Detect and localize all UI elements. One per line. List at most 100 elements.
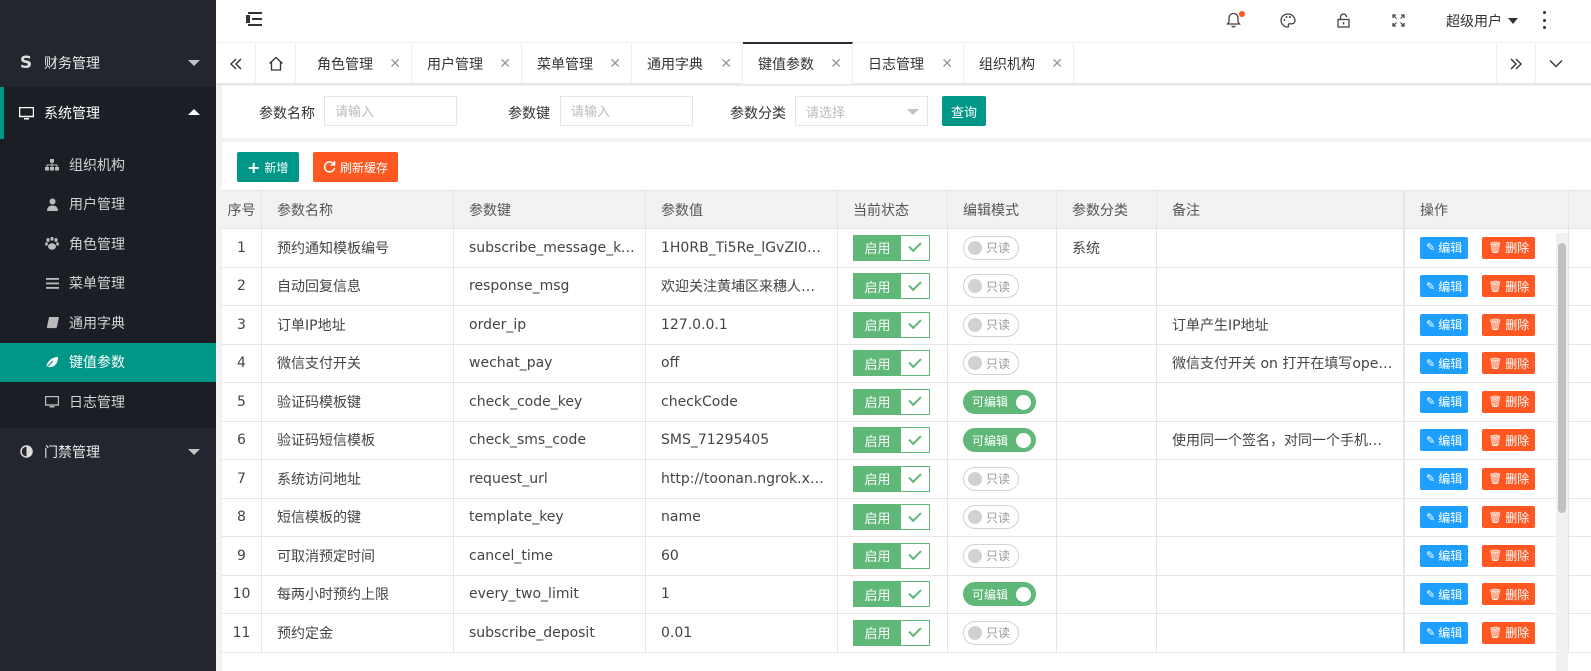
home-icon[interactable] [256, 43, 296, 84]
status-checkbox[interactable]: 启用 [853, 619, 930, 646]
status-checkbox[interactable]: 启用 [853, 427, 930, 454]
param-key-input[interactable] [560, 96, 693, 126]
tab-kv-params[interactable]: 键值参数 ✕ [743, 42, 853, 84]
sidebar-item-kv-params[interactable]: 键值参数 [0, 342, 216, 382]
fullscreen-icon[interactable] [1388, 10, 1408, 30]
delete-button[interactable]: 🗑 删除 [1482, 506, 1536, 529]
sidebar-item-menus[interactable]: 菜单管理 [0, 264, 216, 304]
theme-palette-icon[interactable] [1278, 10, 1298, 30]
tab-logs[interactable]: 日志管理 ✕ [853, 43, 964, 84]
edit-mode-toggle[interactable]: 只读 [963, 620, 1019, 645]
collapse-sidebar-icon[interactable] [246, 12, 262, 26]
sidebar-item-dict[interactable]: 通用字典 [0, 303, 216, 343]
pencil-icon: ✎ [1426, 433, 1436, 447]
delete-button[interactable]: 🗑 删除 [1482, 544, 1536, 567]
edit-button[interactable]: ✎ 编辑 [1420, 621, 1469, 644]
status-checkbox[interactable]: 启用 [853, 234, 930, 261]
scrollbar-thumb[interactable] [1558, 243, 1566, 513]
edit-mode-toggle[interactable]: 只读 [963, 466, 1019, 491]
cell-text: 欢迎关注黄埔区来穗人员服务 [661, 279, 837, 296]
close-icon[interactable]: ✕ [609, 56, 621, 72]
sidebar-item-roles[interactable]: 角色管理 [0, 224, 216, 264]
status-checkbox[interactable]: 启用 [853, 388, 930, 415]
status-checkbox[interactable]: 启用 [853, 465, 930, 492]
status-checkbox[interactable]: 启用 [853, 273, 930, 300]
edit-mode-toggle[interactable]: 可编辑 [963, 389, 1036, 414]
edit-mode-toggle[interactable]: 只读 [963, 235, 1019, 260]
sidebar-group-finance[interactable]: S 财务管理 [0, 39, 216, 87]
vertical-scrollbar[interactable] [1556, 233, 1568, 671]
caret-up-icon [188, 109, 200, 115]
delete-button[interactable]: 🗑 删除 [1482, 352, 1536, 375]
param-name-cell: 预约定金 [262, 614, 454, 652]
delete-button[interactable]: 🗑 删除 [1482, 313, 1536, 336]
edit-button[interactable]: ✎ 编辑 [1420, 275, 1469, 298]
edit-mode-toggle[interactable]: 只读 [963, 351, 1019, 376]
close-icon[interactable]: ✕ [830, 56, 842, 72]
tab-org[interactable]: 组织机构 ✕ [964, 43, 1074, 84]
user-menu[interactable]: 超级用户 [1446, 11, 1518, 31]
cell-text: 使用同一个签名，对同一个手机号码 [1172, 433, 1396, 450]
edit-mode-toggle[interactable]: 只读 [963, 543, 1019, 568]
status-checkbox[interactable]: 启用 [853, 581, 930, 608]
tab-users[interactable]: 用户管理 ✕ [412, 43, 522, 84]
edit-button[interactable]: ✎ 编辑 [1420, 313, 1469, 336]
lock-icon[interactable] [1333, 10, 1353, 30]
status-checkbox[interactable]: 启用 [853, 542, 930, 569]
edit-button[interactable]: ✎ 编辑 [1420, 429, 1469, 452]
edit-mode-toggle[interactable]: 只读 [963, 312, 1019, 337]
status-checkbox[interactable]: 启用 [853, 350, 930, 377]
edit-button[interactable]: ✎ 编辑 [1420, 506, 1469, 529]
toggle-label: 只读 [986, 549, 1011, 564]
close-icon[interactable]: ✕ [389, 56, 401, 72]
param-name-cell: 微信支付开关 [262, 344, 454, 382]
delete-button[interactable]: 🗑 删除 [1482, 236, 1536, 259]
query-button[interactable]: 查询 [942, 96, 986, 126]
tab-bar: 角色管理 ✕ 用户管理 ✕ 菜单管理 ✕ 通用字典 ✕ 键值参数 ✕ 日志管理 ✕ 组织机构… [216, 42, 1591, 84]
sidebar-group-access[interactable]: 门禁管理 [0, 428, 216, 476]
param-name-cell: 系统访问地址 [262, 460, 454, 498]
tabs-scroll-right-icon[interactable] [1496, 43, 1536, 84]
sidebar-item-label: 组织机构 [69, 157, 125, 174]
delete-button[interactable]: 🗑 删除 [1482, 275, 1536, 298]
param-category-select[interactable]: 请选择 [795, 96, 928, 126]
sidebar-item-logs[interactable]: 日志管理 [0, 382, 216, 422]
status-checkbox[interactable]: 启用 [853, 504, 930, 531]
tab-menus[interactable]: 菜单管理 ✕ [522, 43, 632, 84]
more-vertical-icon[interactable] [1541, 11, 1547, 29]
toggle-label: 只读 [986, 626, 1011, 641]
edit-button[interactable]: ✎ 编辑 [1420, 544, 1469, 567]
edit-button[interactable]: ✎ 编辑 [1420, 467, 1469, 490]
edit-mode-toggle[interactable]: 可编辑 [963, 428, 1036, 453]
tab-dict[interactable]: 通用字典 ✕ [632, 43, 743, 84]
edit-mode-toggle[interactable]: 可编辑 [963, 582, 1036, 607]
bell-icon[interactable] [1223, 10, 1245, 30]
edit-button[interactable]: ✎ 编辑 [1420, 236, 1469, 259]
close-icon[interactable]: ✕ [1051, 56, 1063, 72]
delete-button[interactable]: 🗑 删除 [1482, 621, 1536, 644]
tabs-dropdown-icon[interactable] [1536, 43, 1576, 84]
close-icon[interactable]: ✕ [499, 56, 511, 72]
caret-down-icon [188, 448, 200, 455]
add-button[interactable]: + 新增 [237, 152, 299, 182]
edit-mode-toggle[interactable]: 只读 [963, 505, 1019, 530]
delete-button[interactable]: 🗑 删除 [1482, 583, 1536, 606]
delete-button[interactable]: 🗑 删除 [1482, 467, 1536, 490]
sidebar-item-org[interactable]: 组织机构 [0, 145, 216, 185]
tabs-scroll-left-icon[interactable] [216, 43, 256, 84]
tab-roles[interactable]: 角色管理 ✕ [302, 43, 412, 84]
sidebar-group-system[interactable]: 系统管理 [0, 87, 216, 139]
edit-mode-toggle[interactable]: 只读 [963, 274, 1019, 299]
close-icon[interactable]: ✕ [941, 56, 953, 72]
status-checkbox[interactable]: 启用 [853, 311, 930, 338]
sidebar-item-users[interactable]: 用户管理 [0, 185, 216, 225]
param-name-input[interactable] [324, 96, 457, 126]
edit-button[interactable]: ✎ 编辑 [1420, 352, 1469, 375]
close-icon[interactable]: ✕ [720, 56, 732, 72]
edit-button[interactable]: ✎ 编辑 [1420, 390, 1469, 413]
edit-button[interactable]: ✎ 编辑 [1420, 583, 1469, 606]
refresh-cache-button[interactable]: 刷新缓存 [313, 152, 398, 182]
delete-label: 删除 [1505, 472, 1530, 487]
delete-button[interactable]: 🗑 删除 [1482, 390, 1536, 413]
delete-button[interactable]: 🗑 删除 [1482, 429, 1536, 452]
